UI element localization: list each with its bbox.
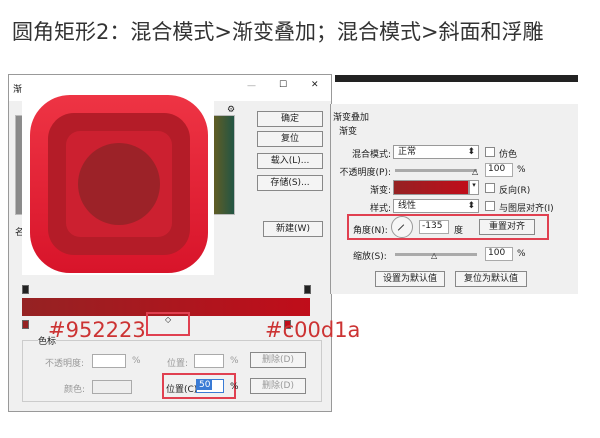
color-position-input[interactable]: 50 (196, 379, 224, 393)
scale-label: 缩放(S): (353, 252, 387, 262)
reset-default-button[interactable]: 复位为默认值 (455, 271, 527, 287)
reset-button[interactable]: 复位 (257, 131, 323, 147)
opacity-slider-handle[interactable]: △ (472, 167, 478, 176)
layer-style-titlebar (335, 75, 578, 82)
gradient-dropdown[interactable]: ▾ (469, 180, 479, 195)
style-value: 线性 (398, 201, 417, 211)
opacity-position-input[interactable] (194, 354, 224, 368)
color-label: 颜色: (64, 385, 86, 395)
opacity-slider[interactable] (395, 169, 477, 172)
color-stops-label: 色标 (38, 334, 57, 347)
style-label: 样式: (369, 204, 391, 214)
scale-value: 100 (488, 248, 506, 258)
gradient-swatch[interactable] (393, 180, 469, 195)
opacity-stop-right[interactable] (304, 285, 311, 294)
percent: % (517, 165, 526, 175)
blend-mode-label: 混合模式: (351, 150, 391, 160)
delete-opacity-stop-button[interactable]: 删除(D) (250, 352, 306, 368)
load-button[interactable]: 载入(L)... (257, 153, 323, 169)
gradient-overlay-panel: 渐变叠加 渐变 混合模式: 正常 ⬍ 仿色 不透明度(P): △ 100 % 渐变… (330, 104, 578, 294)
reverse-checkbox[interactable] (485, 183, 495, 193)
percent: % (517, 249, 526, 259)
degree-unit: 度 (454, 226, 464, 236)
position-label: 位置: (167, 359, 189, 369)
new-button[interactable]: 新建(W) (263, 221, 323, 237)
angle-input[interactable]: -135 (419, 220, 449, 234)
angle-label: 角度(N): (353, 226, 388, 236)
stop-opacity-input[interactable] (92, 354, 126, 368)
opacity-stop-left[interactable] (22, 285, 29, 294)
scale-input[interactable]: 100 (485, 247, 513, 261)
circle (78, 143, 160, 225)
angle-dial[interactable] (391, 216, 413, 238)
style-select[interactable]: 线性 ⬍ (393, 199, 479, 213)
ok-button[interactable]: 确定 (257, 111, 323, 127)
blend-mode-value: 正常 (398, 147, 417, 157)
group-title: 渐变 (339, 127, 358, 137)
stop-color-swatch[interactable] (92, 380, 132, 394)
opacity-value: 100 (488, 164, 506, 174)
icon-preview (22, 85, 214, 275)
end-color-hex: #c00d1a (265, 318, 361, 342)
section-title: 渐变叠加 (333, 113, 370, 123)
opacity-label: 不透明度: (45, 359, 85, 369)
percent: % (132, 356, 141, 366)
gear-icon[interactable]: ⚙ (227, 105, 235, 115)
color-stop-left[interactable] (22, 320, 29, 329)
scale-slider-handle[interactable]: △ (431, 251, 437, 260)
dialog-title: 渐 (13, 85, 23, 95)
save-button[interactable]: 存储(S)... (257, 175, 323, 191)
set-default-button[interactable]: 设置为默认值 (375, 271, 445, 287)
page-title: 圆角矩形2：混合模式>渐变叠加；混合模式>斜面和浮雕 (12, 20, 544, 44)
blend-mode-select[interactable]: 正常 ⬍ (393, 145, 479, 159)
align-layer-label: 与图层对齐(I) (499, 204, 554, 214)
midpoint-diamond[interactable]: ◇ (165, 315, 171, 324)
opacity-label: 不透明度(P): (339, 168, 391, 178)
minimize-button[interactable]: — (247, 81, 256, 91)
start-color-hex: #952223 (48, 318, 146, 342)
percent: % (230, 382, 239, 392)
delete-color-stop-button[interactable]: 删除(D) (250, 378, 306, 394)
dither-checkbox[interactable] (485, 147, 495, 157)
opacity-input[interactable]: 100 (485, 163, 513, 177)
maximize-button[interactable]: ☐ (279, 80, 287, 90)
close-button[interactable]: ✕ (311, 80, 319, 90)
reset-alignment-button[interactable]: 重置对齐 (479, 219, 535, 235)
position-value: 50 (197, 380, 213, 390)
align-layer-checkbox[interactable] (485, 201, 495, 211)
percent: % (230, 356, 239, 366)
reverse-label: 反向(R) (499, 186, 531, 196)
dither-label: 仿色 (499, 150, 518, 160)
angle-value: -135 (422, 221, 443, 231)
gradient-label: 渐变: (369, 186, 391, 196)
